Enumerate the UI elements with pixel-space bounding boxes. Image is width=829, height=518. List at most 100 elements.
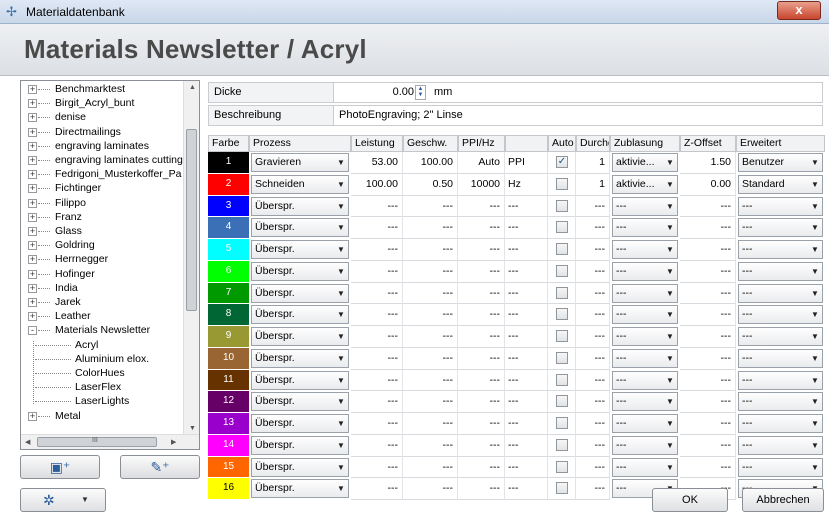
process-select[interactable]: Überspr. ▼ xyxy=(251,479,349,499)
dropdown-arrow-icon[interactable]: ▼ xyxy=(663,176,677,193)
air-assist-select[interactable]: aktivie... ▼ xyxy=(612,174,678,194)
passes-cell[interactable]: --- xyxy=(576,304,610,326)
advanced-select[interactable]: --- ▼ xyxy=(738,240,823,259)
ppi-hz-cell[interactable]: --- xyxy=(458,478,505,500)
ppi-hz-cell[interactable]: --- xyxy=(458,239,505,261)
dropdown-arrow-icon[interactable]: ▼ xyxy=(334,154,348,171)
dropdown-arrow-icon[interactable]: ▼ xyxy=(334,241,348,258)
expand-icon[interactable]: + xyxy=(28,127,37,137)
dropdown-arrow-icon[interactable]: ▼ xyxy=(663,328,677,345)
dropdown-arrow-icon[interactable]: ▼ xyxy=(808,176,822,193)
ppi-hz-cell[interactable]: --- xyxy=(458,391,505,413)
speed-cell[interactable]: --- xyxy=(403,260,458,283)
tree-item[interactable]: Aluminium elox. xyxy=(21,353,184,366)
process-select[interactable]: Überspr. ▼ xyxy=(251,196,349,216)
unit-cell[interactable]: PPI xyxy=(505,152,548,174)
ok-button[interactable]: OK xyxy=(652,488,728,512)
column-header[interactable]: Geschw. xyxy=(403,135,458,152)
unit-cell[interactable]: --- xyxy=(505,282,548,305)
tree-horizontal-scroll-thumb[interactable]: III xyxy=(37,437,157,447)
dropdown-arrow-icon[interactable]: ▼ xyxy=(334,480,348,497)
process-select[interactable]: Überspr. ▼ xyxy=(251,305,349,325)
passes-cell[interactable]: --- xyxy=(576,347,610,370)
advanced-select[interactable]: Standard ▼ xyxy=(738,174,823,194)
advanced-select[interactable]: --- ▼ xyxy=(738,283,823,303)
process-select[interactable]: Überspr. ▼ xyxy=(251,414,349,433)
speed-cell[interactable]: 0.50 xyxy=(403,173,458,196)
unit-cell[interactable]: --- xyxy=(505,347,548,370)
speed-cell[interactable]: --- xyxy=(403,217,458,239)
column-header[interactable] xyxy=(505,135,548,152)
tree-item[interactable]: + engraving laminates cutting xyxy=(21,154,184,167)
color-swatch[interactable]: 14 xyxy=(208,434,249,457)
process-select[interactable]: Überspr. ▼ xyxy=(251,348,349,368)
z-offset-cell[interactable]: --- xyxy=(680,391,736,413)
z-offset-cell[interactable]: --- xyxy=(680,347,736,370)
passes-cell[interactable]: --- xyxy=(576,434,610,457)
z-offset-cell[interactable]: --- xyxy=(680,239,736,261)
dropdown-arrow-icon[interactable]: ▼ xyxy=(663,372,677,389)
power-cell[interactable]: --- xyxy=(351,413,403,435)
advanced-select[interactable]: --- ▼ xyxy=(738,196,823,216)
unit-cell[interactable]: --- xyxy=(505,369,548,392)
tree-item[interactable]: + Benchmarktest xyxy=(21,83,184,96)
color-swatch[interactable]: 15 xyxy=(208,456,249,479)
dropdown-arrow-icon[interactable]: ▼ xyxy=(808,285,822,302)
column-header[interactable]: Erweitert xyxy=(736,135,825,152)
speed-cell[interactable]: --- xyxy=(403,195,458,218)
unit-cell[interactable]: Hz xyxy=(505,173,548,196)
ppi-hz-cell[interactable]: 10000 xyxy=(458,173,505,196)
unit-cell[interactable]: --- xyxy=(505,478,548,500)
dropdown-arrow-icon[interactable]: ▼ xyxy=(808,198,822,215)
expand-icon[interactable]: + xyxy=(28,141,37,151)
passes-cell[interactable]: --- xyxy=(576,369,610,392)
expand-icon[interactable]: + xyxy=(28,113,37,123)
z-offset-cell[interactable]: --- xyxy=(680,456,736,479)
dropdown-arrow-icon[interactable]: ▼ xyxy=(808,459,822,476)
tree-item[interactable]: ColorHues xyxy=(21,367,184,380)
advanced-select[interactable]: Benutzer ▼ xyxy=(738,153,823,172)
power-cell[interactable]: --- xyxy=(351,304,403,326)
expand-icon[interactable]: + xyxy=(28,198,37,208)
scroll-down-arrow-icon[interactable]: ▼ xyxy=(189,425,196,432)
auto-checkbox[interactable] xyxy=(556,264,568,277)
auto-checkbox[interactable]: ✓ xyxy=(556,156,568,168)
dropdown-arrow-icon[interactable]: ▼ xyxy=(663,437,677,454)
passes-cell[interactable]: --- xyxy=(576,413,610,435)
process-select[interactable]: Überspr. ▼ xyxy=(251,392,349,412)
tree-item[interactable]: LaserLights xyxy=(21,395,184,408)
ppi-hz-cell[interactable]: --- xyxy=(458,456,505,479)
ppi-hz-cell[interactable]: Auto xyxy=(458,152,505,174)
column-header[interactable]: Z-Offset xyxy=(680,135,736,152)
dropdown-arrow-icon[interactable]: ▼ xyxy=(663,459,677,476)
passes-cell[interactable]: --- xyxy=(576,260,610,283)
dropdown-arrow-icon[interactable]: ▼ xyxy=(808,393,822,410)
speed-cell[interactable]: --- xyxy=(403,391,458,413)
dropdown-arrow-icon[interactable]: ▼ xyxy=(663,415,677,432)
collapse-icon[interactable]: - xyxy=(28,326,37,336)
speed-cell[interactable]: --- xyxy=(403,326,458,348)
tree-item[interactable]: + Directmailings xyxy=(21,126,184,139)
dropdown-arrow-icon[interactable]: ▼ xyxy=(334,415,348,432)
power-cell[interactable]: --- xyxy=(351,456,403,479)
unit-cell[interactable]: --- xyxy=(505,326,548,348)
power-cell[interactable]: --- xyxy=(351,347,403,370)
tree-item[interactable]: + Filippo xyxy=(21,197,184,210)
advanced-select[interactable]: --- ▼ xyxy=(738,218,823,238)
expand-icon[interactable]: + xyxy=(28,241,37,251)
column-header[interactable]: Auto xyxy=(548,135,576,152)
column-header[interactable]: Farbe xyxy=(208,135,249,152)
unit-cell[interactable]: --- xyxy=(505,239,548,261)
expand-icon[interactable]: + xyxy=(28,170,37,180)
dropdown-arrow-icon[interactable]: ▼ xyxy=(663,241,677,258)
color-swatch[interactable]: 16 xyxy=(208,478,249,500)
dropdown-arrow-icon[interactable]: ▼ xyxy=(334,176,348,193)
dropdown-arrow-icon[interactable]: ▼ xyxy=(808,328,822,345)
color-swatch[interactable]: 1 xyxy=(208,152,249,174)
auto-checkbox[interactable] xyxy=(556,417,568,429)
dropdown-arrow-icon[interactable]: ▼ xyxy=(663,198,677,215)
process-select[interactable]: Gravieren ▼ xyxy=(251,153,349,172)
advanced-select[interactable]: --- ▼ xyxy=(738,370,823,390)
dropdown-arrow-icon[interactable]: ▼ xyxy=(663,263,677,280)
column-header[interactable]: Zublasung xyxy=(610,135,680,152)
